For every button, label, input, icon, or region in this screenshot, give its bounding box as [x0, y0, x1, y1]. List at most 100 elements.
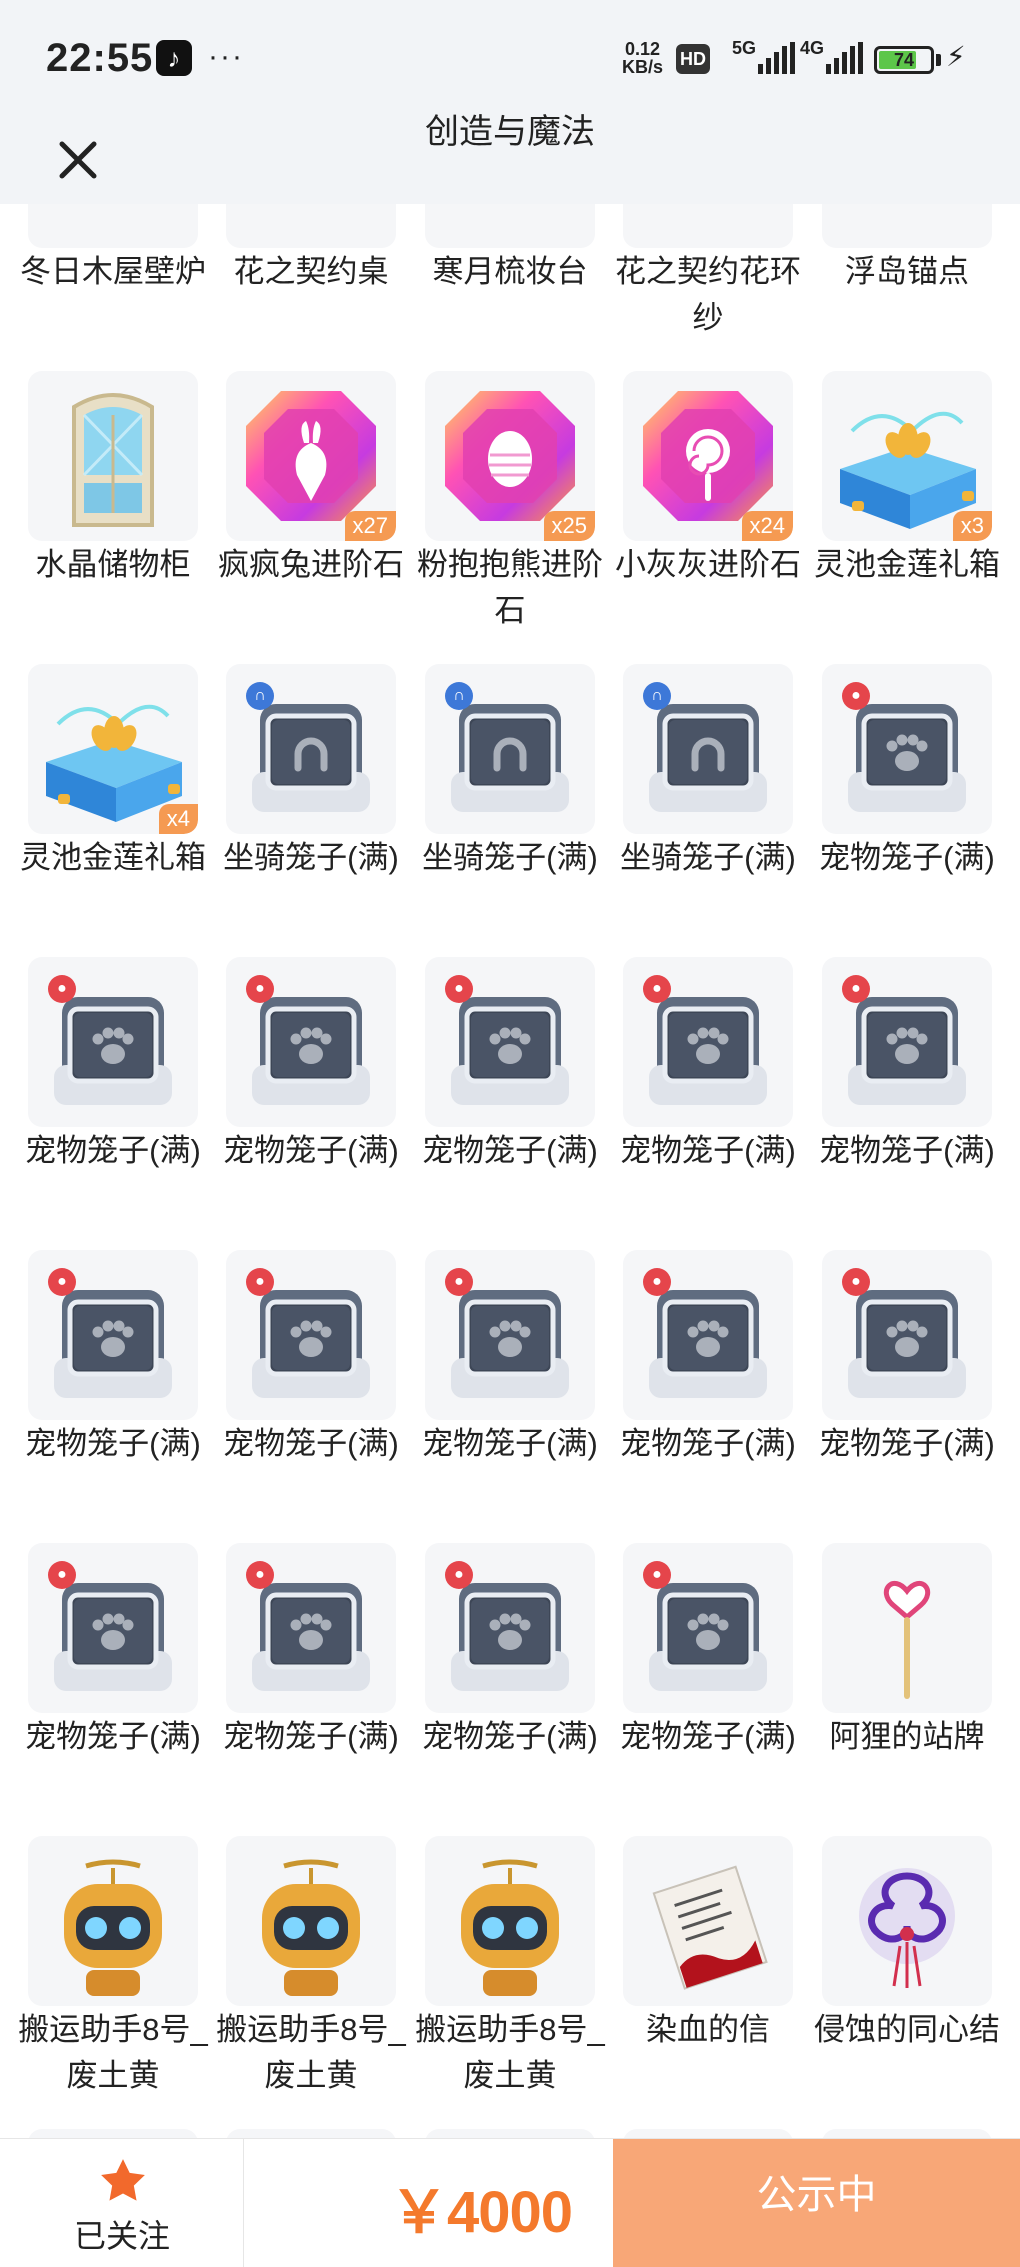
item-name: 坐骑笼子(满): [422, 840, 598, 875]
item-name: 宠物笼子(满): [819, 840, 995, 875]
follow-button[interactable]: 已关注: [0, 2139, 244, 2267]
battery-icon: 74: [874, 46, 934, 74]
item-name: 宠物笼子(满): [620, 1426, 796, 1461]
pet-badge-icon: ●: [445, 1268, 473, 1296]
item-card: x24: [623, 371, 793, 541]
signal-4g-icon: [826, 42, 863, 74]
signal-5g-icon: [758, 42, 795, 74]
item-name: 疯疯兔进阶石: [218, 547, 404, 582]
item-card: x3: [822, 371, 992, 541]
pet-badge-icon: ●: [246, 975, 274, 1003]
follow-label: 已关注: [73, 2218, 170, 2254]
item-card: ●: [425, 1250, 595, 1420]
item-card: ●: [623, 957, 793, 1127]
item-name: 宠物笼子(满): [422, 1719, 598, 1754]
item-name: 宠物笼子(满): [223, 1133, 399, 1168]
nav-header: 创造与魔法: [0, 114, 1020, 204]
page-title: 创造与魔法: [0, 114, 1020, 150]
item-name: 寒月梳妆台: [432, 254, 588, 289]
item-name: 水晶储物柜: [35, 547, 191, 582]
pet-badge-icon: ●: [842, 975, 870, 1003]
sign-wand-icon: [822, 1543, 992, 1713]
network-4g-label: 4G: [800, 38, 825, 58]
quantity-badge: x3: [952, 511, 992, 541]
item-name: 粉抱抱熊进阶石: [417, 547, 603, 628]
knot-icon: [822, 1836, 992, 2006]
cabinet-icon: [28, 371, 198, 541]
item-name: 宠物笼子(满): [620, 1133, 796, 1168]
item-card: ∩: [425, 664, 595, 834]
item-name: 冬日木屋壁炉: [20, 254, 206, 289]
item-name: 搬运助手8号_废土黄: [18, 2012, 208, 2093]
star-icon: [101, 2159, 145, 2201]
network-speed-unit: KB/s: [622, 57, 664, 77]
battery-percent: 74: [893, 50, 915, 70]
item-name: 阿狸的站牌: [829, 1719, 985, 1754]
item-card: ∩: [226, 664, 396, 834]
quantity-badge: x27: [344, 511, 396, 541]
price: ￥4000: [390, 2180, 573, 2245]
item-name: 染血的信: [646, 2012, 770, 2047]
item-card: ●: [822, 957, 992, 1127]
item-name: 宠物笼子(满): [25, 1719, 201, 1754]
item-card: [28, 1836, 198, 2006]
item-name: 灵池金莲礼箱: [814, 547, 1000, 582]
item-card: ●: [822, 1250, 992, 1420]
page-title-text: 创造与魔法: [425, 113, 595, 151]
robot-icon: [425, 1836, 595, 2006]
pet-badge-icon: ●: [643, 1561, 671, 1589]
battery-tip: [936, 54, 941, 66]
item-card: ●: [28, 957, 198, 1127]
item-name: 宠物笼子(满): [422, 1426, 598, 1461]
item-name: 宠物笼子(满): [25, 1133, 201, 1168]
network-speed-value: 0.12: [624, 39, 661, 59]
item-name: 宠物笼子(满): [223, 1719, 399, 1754]
mount-badge-icon: ∩: [643, 682, 671, 710]
network-5g-label: 5G: [732, 38, 757, 58]
quantity-badge: x25: [543, 511, 595, 541]
mount-badge-icon: ∩: [445, 682, 473, 710]
tiktok-icon: ♪: [156, 40, 192, 76]
item-card: ●: [28, 1543, 198, 1713]
bottom-action-bar: 已关注 ￥4000 公示中: [0, 2138, 1020, 2267]
pet-badge-icon: ●: [48, 1561, 76, 1589]
pet-badge-icon: ●: [445, 975, 473, 1003]
item-name: 花之契约花环纱: [615, 254, 801, 335]
status-time: 22:55: [46, 36, 154, 80]
letter-icon: [623, 1836, 793, 2006]
pet-badge-icon: ●: [445, 1561, 473, 1589]
item-name: 搬运助手8号_废土黄: [216, 2012, 406, 2093]
pet-badge-icon: ●: [246, 1561, 274, 1589]
public-notice-button[interactable]: 公示中: [613, 2139, 1020, 2267]
item-name: 浮岛锚点: [845, 254, 969, 289]
item-card: [822, 1836, 992, 2006]
item-card: ∩: [623, 664, 793, 834]
item-name: 宠物笼子(满): [819, 1426, 995, 1461]
pet-badge-icon: ●: [643, 975, 671, 1003]
item-name: 宠物笼子(满): [819, 1133, 995, 1168]
item-card: ●: [226, 1543, 396, 1713]
item-name: 搬运助手8号_废土黄: [415, 2012, 605, 2093]
quantity-badge: x4: [158, 804, 198, 834]
item-card: x25: [425, 371, 595, 541]
item-card: ●: [623, 1543, 793, 1713]
item-card: ●: [425, 1543, 595, 1713]
item-card: ●: [425, 957, 595, 1127]
item-card: [822, 1543, 992, 1713]
item-name: 坐骑笼子(满): [223, 840, 399, 875]
item-card: x4: [28, 664, 198, 834]
item-name: 坐骑笼子(满): [620, 840, 796, 875]
item-name: 宠物笼子(满): [620, 1719, 796, 1754]
item-name: 小灰灰进阶石: [615, 547, 801, 582]
pet-badge-icon: ●: [842, 682, 870, 710]
item-name: 侵蚀的同心结: [814, 2012, 1000, 2047]
mount-badge-icon: ∩: [246, 682, 274, 710]
pet-badge-icon: ●: [643, 1268, 671, 1296]
pet-badge-icon: ●: [48, 1268, 76, 1296]
item-card: [226, 1836, 396, 2006]
status-bar: 22:55 ♪ ··· 0.12 KB/s HD 5G 4G 74 ⚡: [0, 0, 1020, 120]
item-card: ●: [623, 1250, 793, 1420]
item-card: [425, 1836, 595, 2006]
item-card: ●: [28, 1250, 198, 1420]
item-card: ●: [226, 957, 396, 1127]
